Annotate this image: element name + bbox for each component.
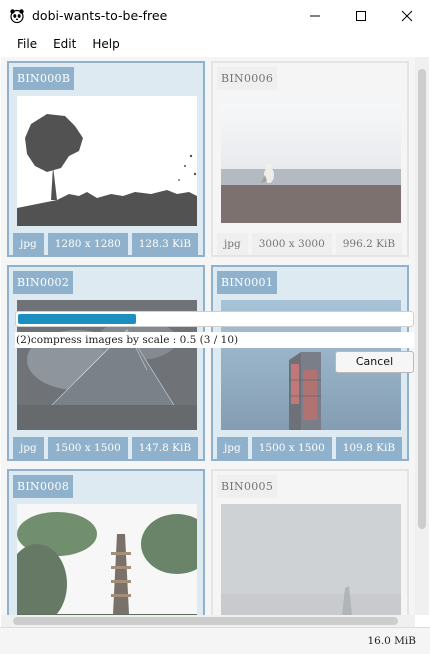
image-card[interactable]: BIN0008	[7, 469, 205, 615]
size-tag: 147.8 KiB	[131, 437, 199, 459]
progress-status-text: (2)compress images by scale : 0.5 (3 / 1…	[15, 332, 414, 348]
format-tag: jpg	[217, 233, 248, 255]
dimensions-tag: 1500 x 1500	[251, 437, 332, 459]
title-bar: dobi-wants-to-be-free	[0, 0, 430, 31]
format-tag: jpg	[13, 437, 44, 459]
card-id-label: BIN0002	[13, 271, 74, 294]
status-bar: 16.0 MiB	[0, 627, 430, 654]
format-tag: jpg	[13, 233, 44, 255]
panda-app-icon	[9, 8, 25, 24]
image-card[interactable]: BIN0005	[211, 469, 409, 615]
menu-edit[interactable]: Edit	[45, 37, 84, 51]
thumbnail-image	[17, 96, 197, 226]
image-card[interactable]: BIN000B jpg 1280 x 1280 128.3 KiB	[7, 61, 205, 257]
size-tag: 996.2 KiB	[335, 233, 403, 255]
horizontal-scroll-thumb[interactable]	[13, 617, 398, 625]
card-id-label: BIN0008	[13, 475, 74, 498]
thumbnail-image	[221, 103, 401, 223]
format-tag: jpg	[217, 437, 248, 459]
window-title: dobi-wants-to-be-free	[32, 8, 168, 23]
progress-bar	[15, 311, 414, 327]
dimensions-tag: 1500 x 1500	[47, 437, 128, 459]
card-id-label: BIN0001	[217, 271, 278, 294]
minimize-icon	[310, 15, 320, 16]
image-card[interactable]: BIN0002 jpg 1500 x 1500 147.8 KiB	[7, 265, 205, 461]
maximize-button[interactable]	[338, 0, 384, 31]
dimensions-tag: 1280 x 1280	[47, 233, 128, 255]
card-id-label: BIN0006	[217, 67, 278, 90]
progress-fill	[18, 314, 136, 324]
vertical-scroll-thumb[interactable]	[418, 69, 426, 529]
close-icon	[401, 10, 413, 21]
dimensions-tag: 3000 x 3000	[251, 233, 332, 255]
thumbnail-image	[17, 504, 197, 615]
image-card[interactable]: BIN0006 jpg 3000 x 3000 996.2 KiB	[211, 61, 409, 257]
thumbnail-image	[221, 504, 401, 615]
horizontal-scrollbar[interactable]	[1, 615, 415, 627]
cancel-button[interactable]: Cancel	[335, 351, 414, 373]
card-id-label: BIN000B	[13, 67, 75, 90]
size-tag: 109.8 KiB	[335, 437, 403, 459]
size-tag: 128.3 KiB	[131, 233, 199, 255]
card-id-label: BIN0005	[217, 475, 278, 498]
menu-bar: File Edit Help	[0, 31, 430, 57]
minimize-button[interactable]	[292, 0, 338, 31]
menu-help[interactable]: Help	[84, 37, 127, 51]
vertical-scrollbar[interactable]	[415, 57, 429, 615]
maximize-icon	[356, 10, 366, 21]
total-size-label: 16.0 MiB	[367, 635, 416, 647]
close-button[interactable]	[384, 0, 430, 31]
menu-file[interactable]: File	[9, 37, 45, 51]
